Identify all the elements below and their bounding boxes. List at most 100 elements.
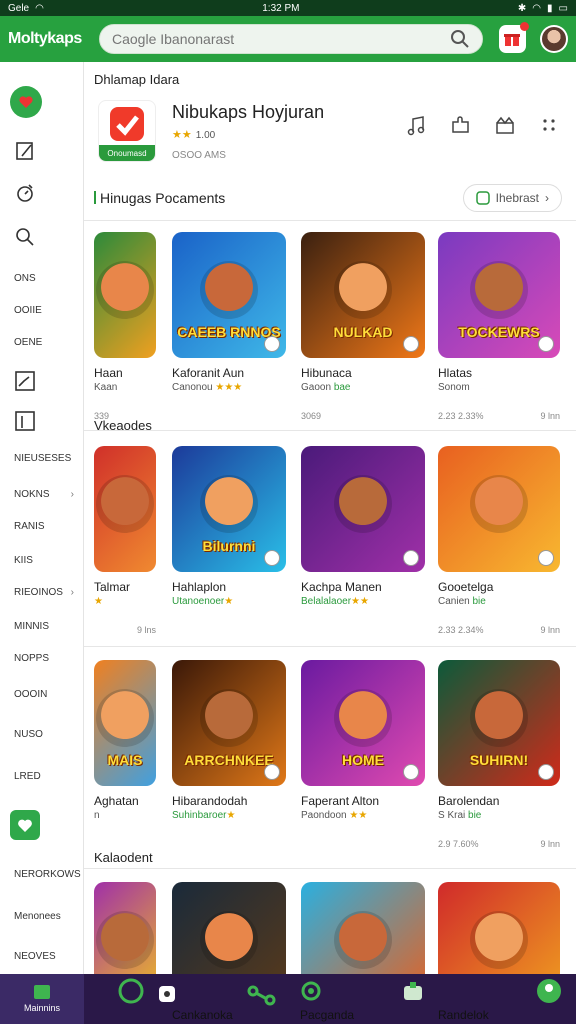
game-card[interactable]: CAEEB RNNOS Kaforanit Aun Canonou ★★★ — [172, 232, 286, 411]
game-thumbnail[interactable]: SUHIRN! — [438, 660, 560, 786]
chart-icon[interactable] — [14, 370, 36, 392]
game-card[interactable]: HOME Faperant Alton Paondoon ★★ — [301, 660, 425, 839]
bottom-nav-home[interactable]: Mainnins — [0, 974, 84, 1024]
game-card[interactable]: Bilurnni Hahlaplon Utanoenoer★ — [172, 446, 286, 625]
game-thumbnail[interactable]: THINRS — [172, 882, 286, 974]
shield-icon[interactable] — [10, 810, 40, 840]
bag-icon[interactable] — [150, 974, 184, 1008]
bottom-nav: Mainnins — [0, 974, 576, 1024]
game-card[interactable]: Kachpa Manen Belalalaoer★★ — [301, 446, 425, 625]
signal-icon: ▮ — [547, 2, 553, 14]
game-card[interactable]: DURPAS — [301, 882, 425, 974]
game-thumbnail[interactable] — [94, 882, 156, 974]
search-bar[interactable] — [98, 24, 483, 54]
sidebar-item-menonees[interactable]: Menonees — [0, 902, 84, 930]
game-thumbnail[interactable] — [301, 446, 425, 572]
game-thumbnail[interactable]: ARRCHNKEE — [172, 660, 286, 786]
verified-icon — [538, 336, 554, 352]
game-title: Kaforanit Aun — [172, 366, 245, 380]
game-thumbnail[interactable]: CAEEB RNNOS — [172, 232, 286, 358]
main-content: Dhlamap Idara Onoumasd Nibukaps Hoyjuran… — [84, 62, 576, 974]
game-thumbnail[interactable] — [94, 446, 156, 572]
game-card[interactable]: THINRS — [172, 882, 286, 974]
gift-box-icon[interactable] — [494, 114, 516, 136]
sidebar-item-nieusesès[interactable]: NIEUSESES — [0, 444, 84, 472]
sidebar-item-neoves[interactable]: NEOVES — [0, 942, 84, 970]
clock: 1:32 PM — [262, 2, 300, 14]
share-icon[interactable] — [244, 974, 278, 1008]
game-thumbnail[interactable]: Bilurnni — [172, 446, 286, 572]
game-subtitle: Canonou ★★★ — [172, 382, 243, 393]
sidebar-item-oooin[interactable]: OOOIN — [0, 680, 84, 708]
game-thumbnail[interactable]: MAIS — [94, 660, 156, 786]
see-more-button[interactable]: Ihebrast › — [462, 184, 562, 212]
search-icon[interactable] — [450, 29, 470, 49]
sidebar-item-nerorkows[interactable]: NERORKOWS — [0, 860, 84, 888]
character-art — [200, 689, 258, 747]
game-card[interactable]: DOOSCOS — [438, 882, 560, 974]
grid-icon — [475, 191, 490, 205]
game-card[interactable]: Haan Kaan 339 — [94, 232, 156, 421]
game-card[interactable]: NULKAD Hibunaca Gaoon bae 3069 — [301, 232, 425, 421]
sidebar-item-lred[interactable]: LRED — [0, 762, 84, 790]
game-thumbnail[interactable]: HOME — [301, 660, 425, 786]
game-card[interactable]: Gooetelga Canien bie 2.33 2.34% 9 lnn — [438, 446, 560, 635]
status-bar: Gele ◠ 1:32 PM ✱ ◠ ▮ ▭ — [0, 0, 576, 16]
chevron-right-icon: › — [70, 488, 74, 500]
sidebar-item-minnis[interactable]: MINNIS — [0, 612, 84, 640]
notifications-button[interactable] — [498, 22, 530, 53]
heart-icon[interactable] — [10, 86, 42, 118]
game-meta: 339 — [94, 411, 110, 421]
featured-app-icon[interactable]: Onoumasd — [98, 100, 156, 162]
sidebar-item-nopps[interactable]: NOPPS — [0, 644, 84, 672]
sidebar-item-ons[interactable]: ONS — [0, 264, 84, 292]
game-title: Faperant Alton — [301, 794, 380, 808]
game-title: Haan — [94, 366, 123, 380]
app-logo[interactable]: Moltykaps — [8, 30, 91, 48]
sidebar-item-kiis[interactable]: KIIS — [0, 546, 84, 574]
sidebar-item-ranis[interactable]: RANIS — [0, 512, 84, 540]
game-thumbnail[interactable]: NULKAD — [301, 232, 425, 358]
game-meta: 2.9 7.60% 9 lnn — [438, 839, 560, 849]
game-meta: 2.33 2.34% 9 lnn — [438, 625, 560, 635]
sidebar-item-ooiie[interactable]: OOIIE — [0, 296, 84, 324]
profile-icon[interactable] — [532, 974, 566, 1008]
verified-icon — [538, 550, 554, 566]
featured-title[interactable]: Nibukaps Hoyjuran — [172, 102, 324, 123]
sidebar-item-rieoinos[interactable]: RIEOINOS › — [0, 578, 84, 606]
search-icon[interactable] — [14, 226, 36, 248]
character-art — [334, 261, 392, 319]
edit-icon[interactable] — [14, 140, 36, 162]
app-logo-icon — [110, 107, 144, 141]
game-card[interactable]: Talmar ★ 9 lns — [94, 446, 156, 635]
character-art — [334, 689, 392, 747]
bars-icon[interactable] — [14, 410, 36, 432]
game-card[interactable] — [94, 882, 156, 974]
avatar[interactable] — [540, 25, 568, 53]
game-card[interactable]: SUHIRN! Barolendan S Krai bie 2.9 7.60% 9 ln… — [438, 660, 560, 849]
game-thumbnail[interactable]: TOCKEWRS — [438, 232, 560, 358]
puzzle-icon[interactable] — [450, 114, 472, 136]
sidebar-item-nokns[interactable]: NOKNS › — [0, 480, 84, 508]
more-icon[interactable] — [538, 114, 560, 136]
search-input[interactable] — [111, 31, 450, 47]
character-art — [96, 689, 154, 747]
sidebar-item-oene[interactable]: OENE — [0, 328, 84, 356]
timer-icon[interactable] — [14, 182, 36, 204]
game-card[interactable]: MAIS Aghatan n — [94, 660, 156, 839]
controller-icon[interactable] — [294, 974, 328, 1008]
game-thumbnail[interactable]: DURPAS — [301, 882, 425, 974]
game-card[interactable]: TOCKEWRS Hlatas Sonom 2.23 2.33% 9 lnn — [438, 232, 560, 421]
chat-icon[interactable] — [114, 974, 148, 1008]
battery-icon: ▭ — [558, 2, 568, 14]
game-thumbnail[interactable]: DOOSCOS — [438, 882, 560, 974]
sidebar-item-nuso[interactable]: NUSO — [0, 720, 84, 748]
music-icon[interactable] — [406, 114, 428, 136]
game-thumbnail[interactable] — [94, 232, 156, 358]
game-thumbnail[interactable] — [438, 446, 560, 572]
character-art — [200, 261, 258, 319]
featured-actions — [406, 114, 560, 136]
store-icon[interactable] — [396, 974, 430, 1008]
game-card[interactable]: ARRCHNKEE Hibarandodah Suhinbaroer★ — [172, 660, 286, 839]
stars-icon: ★ — [94, 596, 103, 607]
